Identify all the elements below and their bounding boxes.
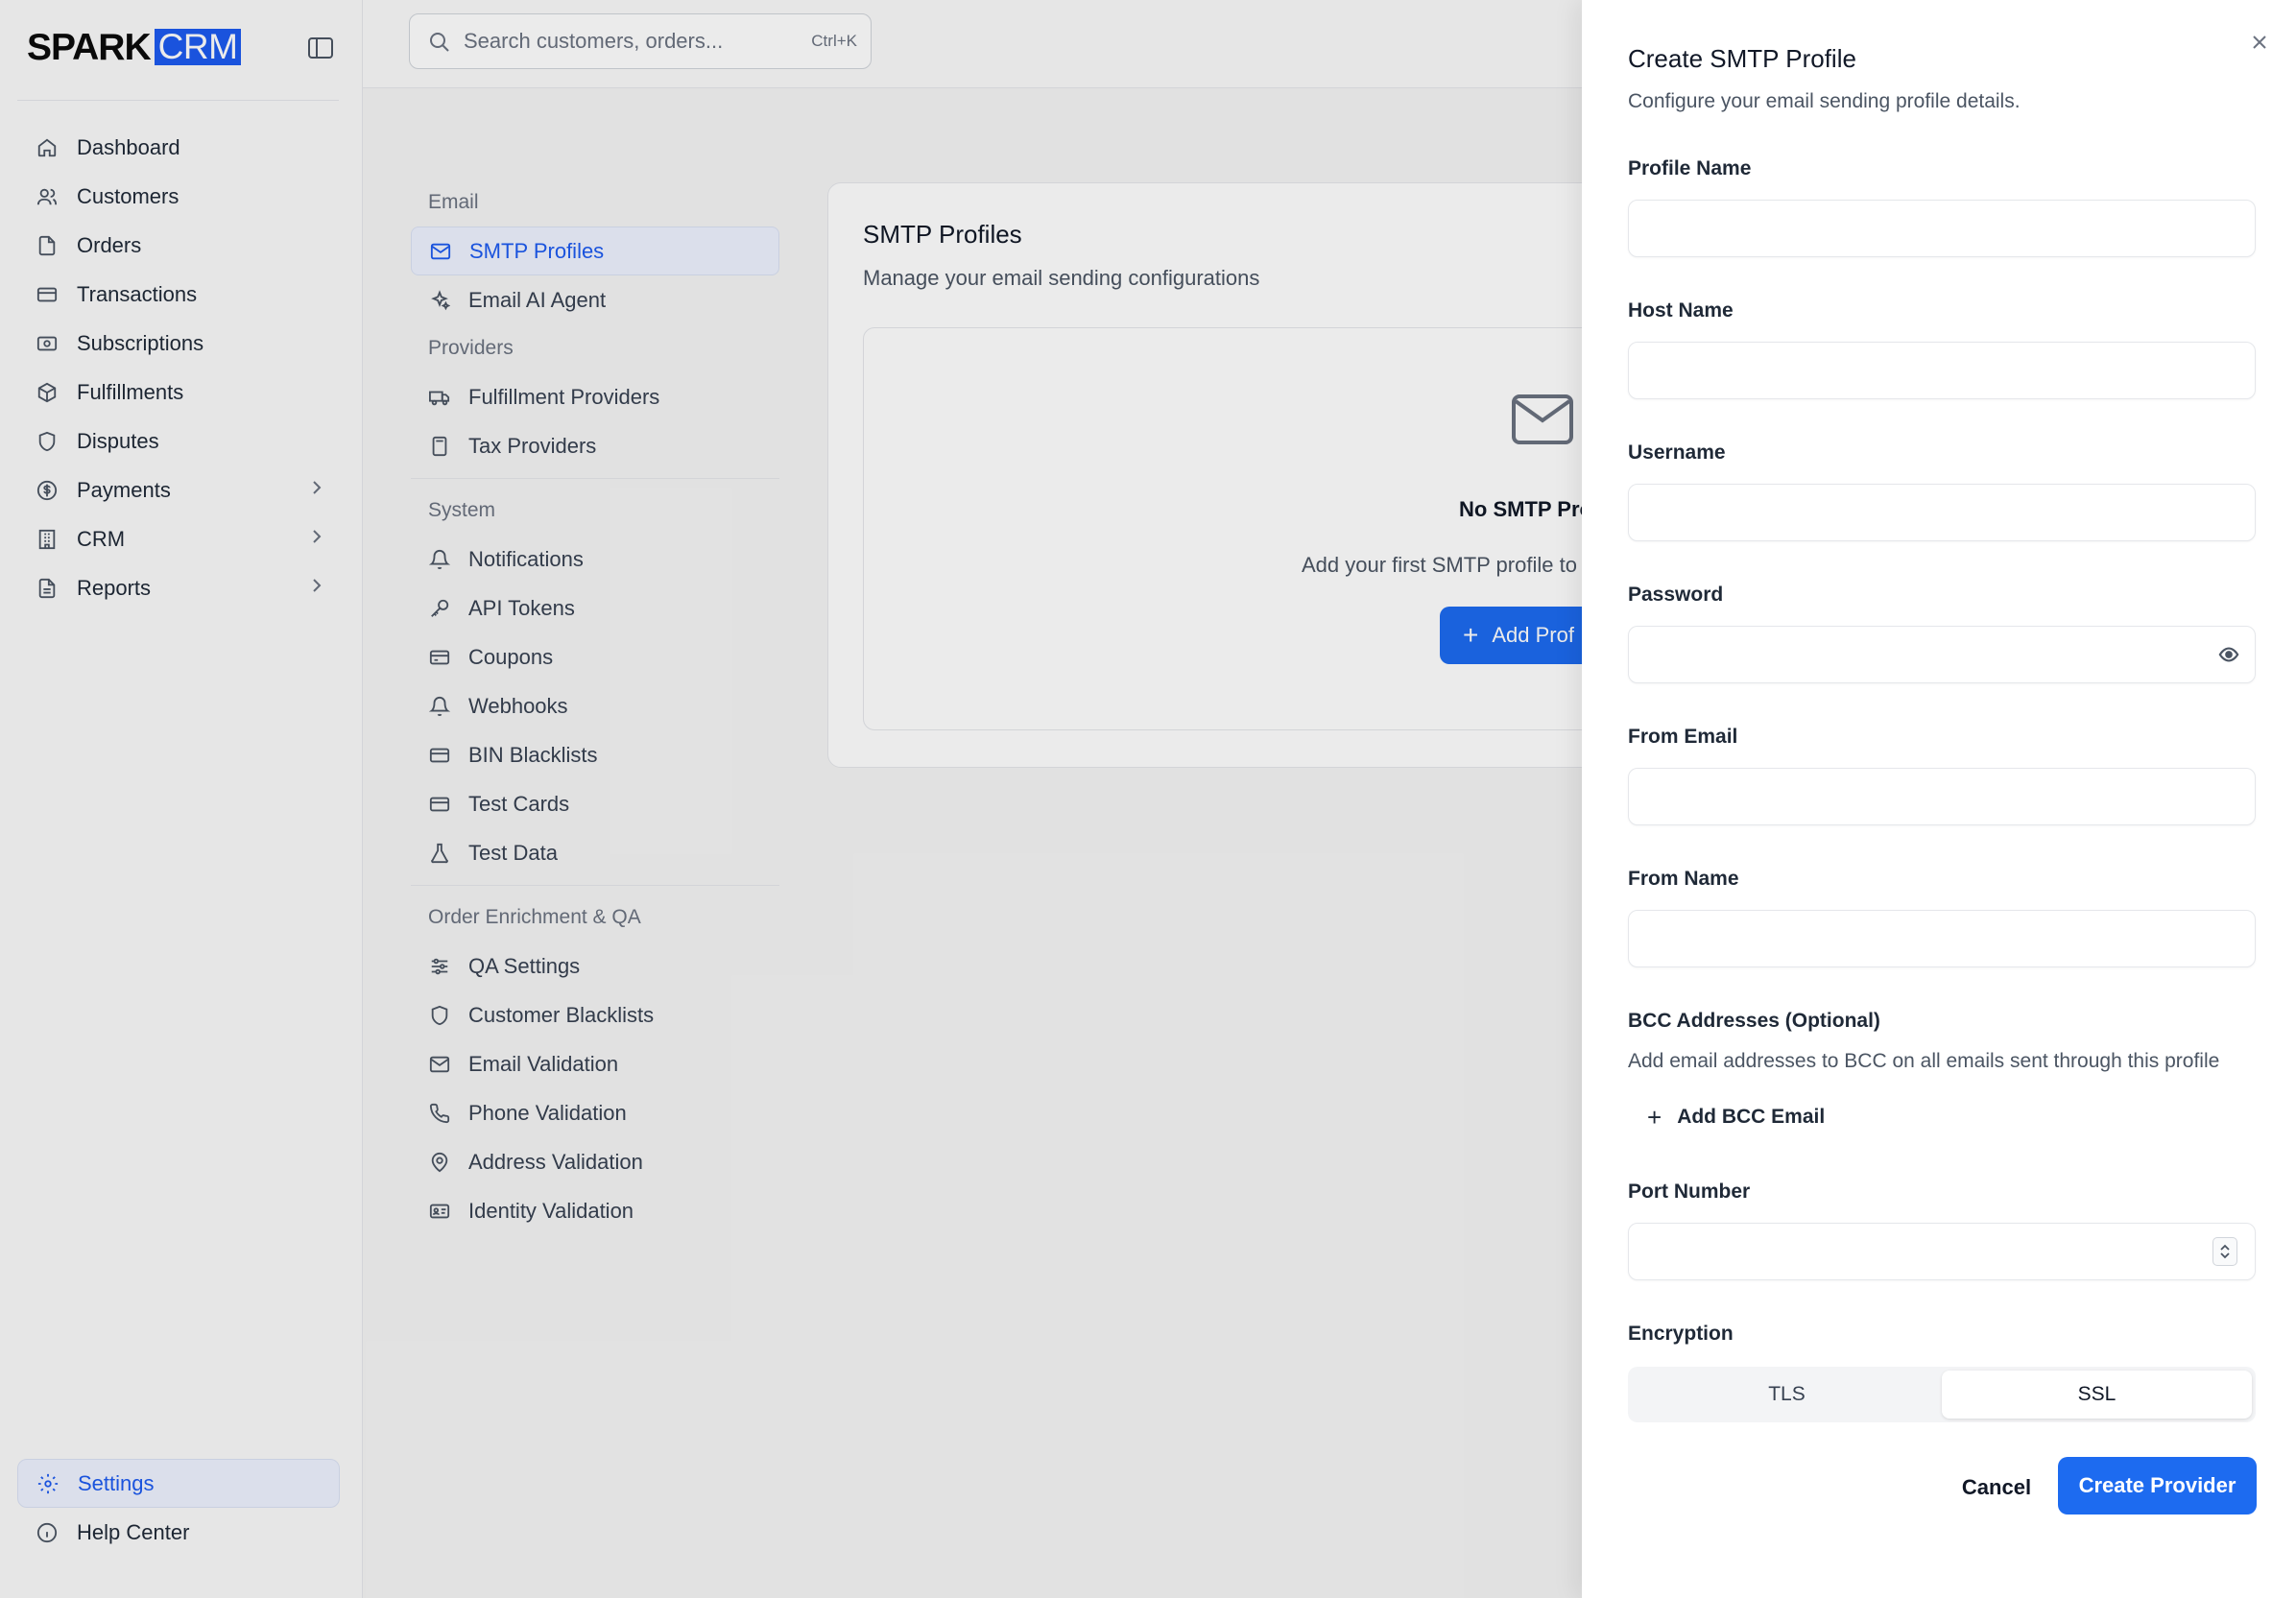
add-bcc-label: Add BCC Email <box>1677 1106 1826 1128</box>
number-stepper[interactable] <box>2212 1237 2237 1266</box>
profile-name-field <box>1628 200 2256 257</box>
password-field <box>1628 626 2256 683</box>
from-name-field <box>1628 910 2256 967</box>
from-email-field <box>1628 768 2256 825</box>
port-number-field <box>1628 1223 2256 1280</box>
cancel-button[interactable]: Cancel <box>1929 1459 2064 1516</box>
drawer-description: Configure your email sending profile det… <box>1628 90 2021 112</box>
drawer-title: Create SMTP Profile <box>1628 44 1856 73</box>
profile-name-input[interactable] <box>1629 201 2255 256</box>
password-input[interactable] <box>1629 627 2255 682</box>
close-icon <box>2253 36 2266 49</box>
encryption-label: Encryption <box>1628 1323 1734 1345</box>
plus-icon: + <box>1647 1102 1662 1132</box>
port-number-label: Port Number <box>1628 1181 1751 1203</box>
username-field <box>1628 484 2256 541</box>
encryption-option-ssl[interactable]: SSL <box>1942 1371 2252 1419</box>
password-label: Password <box>1628 584 1724 606</box>
from-name-input[interactable] <box>1629 911 2255 966</box>
chevron-up-down-icon <box>2220 1244 2230 1259</box>
create-smtp-profile-drawer: Create SMTP Profile Configure your email… <box>1582 0 2296 1598</box>
bcc-label: BCC Addresses (Optional) <box>1628 1010 1880 1032</box>
username-label: Username <box>1628 441 1726 464</box>
host-name-input[interactable] <box>1629 343 2255 398</box>
from-email-label: From Email <box>1628 726 1738 748</box>
create-provider-button[interactable]: Create Provider <box>2058 1457 2257 1515</box>
close-button[interactable] <box>2244 27 2275 58</box>
bcc-help-text: Add email addresses to BCC on all emails… <box>1628 1050 2220 1072</box>
encryption-toggle: TLS SSL <box>1628 1367 2256 1422</box>
eye-icon[interactable] <box>2218 644 2239 670</box>
port-number-input[interactable] <box>1629 1224 2255 1279</box>
host-name-field <box>1628 342 2256 399</box>
encryption-option-tls[interactable]: TLS <box>1632 1371 1942 1419</box>
from-name-label: From Name <box>1628 868 1739 890</box>
add-bcc-email-button[interactable]: + Add BCC Email <box>1647 1100 1825 1134</box>
host-name-label: Host Name <box>1628 299 1734 322</box>
app-root: SPARK CRM Dashboard Customers Orders Tra… <box>0 0 2296 1598</box>
profile-name-label: Profile Name <box>1628 157 1752 179</box>
from-email-input[interactable] <box>1629 769 2255 824</box>
username-input[interactable] <box>1629 485 2255 540</box>
